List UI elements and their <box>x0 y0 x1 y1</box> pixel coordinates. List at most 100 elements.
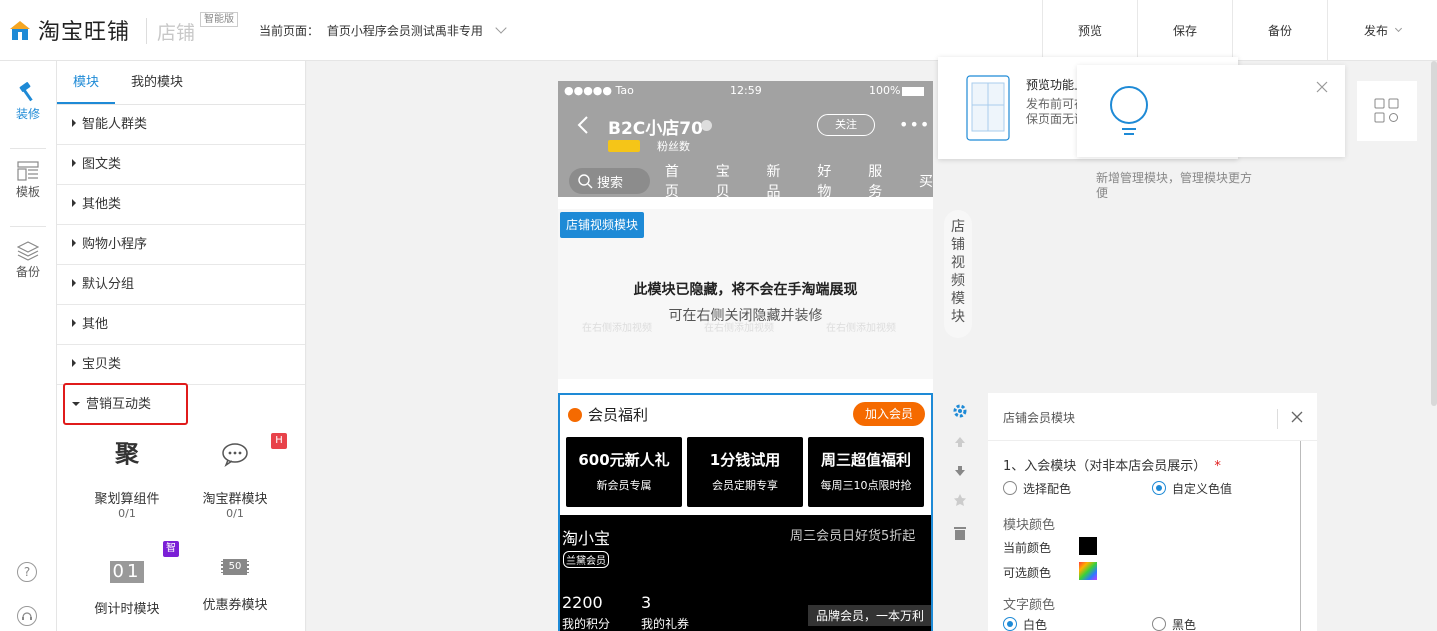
more-icon[interactable]: ••• <box>899 115 930 134</box>
settings-panel: 店铺会员模块 1、入会模块（对非本店会员展示） * 选择配色 自定义色值 模块颜… <box>988 393 1317 631</box>
trash-icon[interactable] <box>953 525 967 541</box>
top-bar: 淘宝旺铺 店铺 智能版 当前页面： 首页小程序会员测试禹非专用 预览 保存 备份… <box>0 0 1437 61</box>
coupons-label: 我的礼券 <box>641 617 690 631</box>
module-card[interactable]: 50 优惠券模块 <box>185 545 285 613</box>
follow-button[interactable]: 关注 <box>817 114 875 136</box>
template-icon <box>17 161 39 181</box>
juhuasuan-icon: 聚 <box>115 440 139 468</box>
side-module-label: 店铺视频模块 <box>944 210 972 338</box>
member-module[interactable]: 会员福利 加入会员 600元新人礼 新会员专属 1分钱试用 会员定期专享 周三超… <box>558 393 933 631</box>
radio-palette[interactable]: 选择配色 <box>1003 479 1071 497</box>
logo[interactable]: 淘宝旺铺 <box>8 14 130 46</box>
highlight-box <box>63 383 188 425</box>
manage-module-hint: 新增管理模块，管理模块更方便 <box>1096 171 1253 200</box>
edition-badge: 智能版 <box>200 12 238 27</box>
color-picker-icon[interactable] <box>1079 562 1097 580</box>
benefit-card[interactable]: 1分钱试用 会员定期专享 <box>687 437 803 507</box>
tips-popover <box>1077 65 1345 157</box>
tablet-icon <box>966 75 1010 141</box>
current-color-swatch[interactable] <box>1079 537 1097 555</box>
arrow-up-icon[interactable] <box>953 435 967 449</box>
member-header: 会员福利 加入会员 <box>560 395 931 433</box>
radio-custom[interactable]: 自定义色值 <box>1152 479 1232 497</box>
help-button[interactable]: ? <box>17 562 37 582</box>
module-card[interactable]: H 淘宝群模块 0/1 <box>185 433 287 520</box>
rail-decorate[interactable]: 装修 <box>0 81 56 122</box>
member-title: 会员福利 <box>588 406 649 424</box>
radio-white[interactable]: 白色 <box>1003 615 1047 631</box>
search-icon <box>578 174 593 189</box>
caret-down-icon <box>72 402 80 406</box>
brand-name: 淘小宝 <box>562 529 611 548</box>
time: 12:59 <box>730 84 762 97</box>
nav-item[interactable]: 好物 <box>817 161 843 201</box>
section-title: 1、入会模块（对非本店会员展示） * <box>1003 459 1221 474</box>
close-icon[interactable] <box>1316 81 1328 93</box>
preview-button[interactable]: 预览 <box>1042 0 1137 60</box>
left-rail: 装修 模板 备份 ? <box>0 61 57 631</box>
radio-black[interactable]: 黑色 <box>1152 615 1196 631</box>
category-item[interactable]: 其他类 <box>57 185 305 225</box>
battery-icon <box>902 87 924 96</box>
customer-service-icon[interactable] <box>17 606 37 626</box>
chevron-down-icon <box>495 22 507 34</box>
module-grid: 聚 聚划算组件 0/1 H 淘宝群模块 0/1 智 01 倒计时模块 50 优惠… <box>57 425 305 625</box>
member-card-area: 淘小宝 兰黛会员 周三会员日好货5折起 2200 我的积分 3 我的礼券 品牌会… <box>560 515 931 631</box>
back-icon[interactable] <box>576 115 590 135</box>
radio-button-selected <box>1152 481 1166 495</box>
caret-right-icon <box>72 279 76 287</box>
rail-backup[interactable]: 备份 <box>0 241 56 280</box>
tab-my-modules[interactable]: 我的模块 <box>115 61 199 104</box>
hidden-notice-title: 此模块已隐藏，将不会在手淘端展现 <box>633 282 858 298</box>
nav-item[interactable]: 宝贝 <box>716 161 742 201</box>
shop-header: ●●●●● Tao 12:59 100% B2C小店70 粉丝数 关注 ••• … <box>558 81 933 200</box>
rail-template[interactable]: 模板 <box>0 161 56 200</box>
category-item[interactable]: 购物小程序 <box>57 225 305 265</box>
module-manager-button[interactable] <box>1357 81 1417 141</box>
benefit-card[interactable]: 600元新人礼 新会员专属 <box>566 437 682 507</box>
current-page-label: 当前页面： <box>259 24 320 38</box>
top-actions: 预览 保存 备份 发布 <box>1042 0 1437 60</box>
nav-item[interactable]: 服务 <box>868 161 894 201</box>
module-card[interactable]: 智 01 倒计时模块 <box>77 541 179 617</box>
caret-right-icon <box>72 359 76 367</box>
backup-button[interactable]: 备份 <box>1232 0 1327 60</box>
category-item[interactable]: 默认分组 <box>57 265 305 305</box>
lightbulb-icon <box>1110 86 1148 135</box>
nav-item[interactable]: 买 <box>919 171 933 191</box>
search-box[interactable]: 搜索 <box>569 168 650 194</box>
star-icon[interactable] <box>953 493 967 507</box>
join-member-button[interactable]: 加入会员 <box>853 402 925 426</box>
benefit-cards: 600元新人礼 新会员专属 1分钱试用 会员定期专享 周三超值福利 每周三10点… <box>566 437 924 507</box>
layers-icon <box>17 241 39 261</box>
current-page-selector[interactable]: 当前页面： 首页小程序会员测试禹非专用 <box>259 22 507 39</box>
category-item-open[interactable]: 营销互动类 <box>57 383 305 425</box>
hidden-notice-sub: 可在右侧关闭隐藏并装修 <box>668 308 823 324</box>
category-item[interactable]: 宝贝类 <box>57 345 305 385</box>
category-item[interactable]: 智能人群类 <box>57 105 305 145</box>
radio-button <box>1152 617 1166 631</box>
smart-badge: 智 <box>163 541 179 557</box>
logo-divider <box>146 18 147 44</box>
rail-divider <box>10 148 46 149</box>
status-bar: ●●●●● Tao 12:59 100% <box>558 81 933 101</box>
verified-icon <box>701 120 712 131</box>
close-icon[interactable] <box>1291 411 1303 423</box>
nav-item[interactable]: 新品 <box>767 161 793 201</box>
category-item[interactable]: 其他 <box>57 305 305 345</box>
current-page-value: 首页小程序会员测试禹非专用 <box>326 24 483 38</box>
save-button[interactable]: 保存 <box>1137 0 1232 60</box>
caret-right-icon <box>72 239 76 247</box>
publish-button[interactable]: 发布 <box>1327 0 1437 60</box>
phone-preview: ●●●●● Tao 12:59 100% B2C小店70 粉丝数 关注 ••• … <box>558 81 933 631</box>
gear-icon[interactable] <box>952 403 968 419</box>
module-card[interactable]: 聚 聚划算组件 0/1 <box>77 435 177 520</box>
tab-modules[interactable]: 模块 <box>57 61 116 104</box>
page-scrollbar[interactable] <box>1431 61 1437 406</box>
category-item[interactable]: 图文类 <box>57 145 305 185</box>
arrow-down-icon[interactable] <box>953 464 967 478</box>
nav-item[interactable]: 首页 <box>665 161 691 201</box>
hidden-video-module[interactable]: 店铺视频模块 在右侧添加视频 在右侧添加视频 在右侧添加视频 此模块已隐藏，将不… <box>558 209 933 379</box>
module-panel: 模块 我的模块 智能人群类 图文类 其他类 购物小程序 默认分组 其他 宝贝类 … <box>57 61 306 631</box>
benefit-card[interactable]: 周三超值福利 每周三10点限时抢 <box>808 437 924 507</box>
